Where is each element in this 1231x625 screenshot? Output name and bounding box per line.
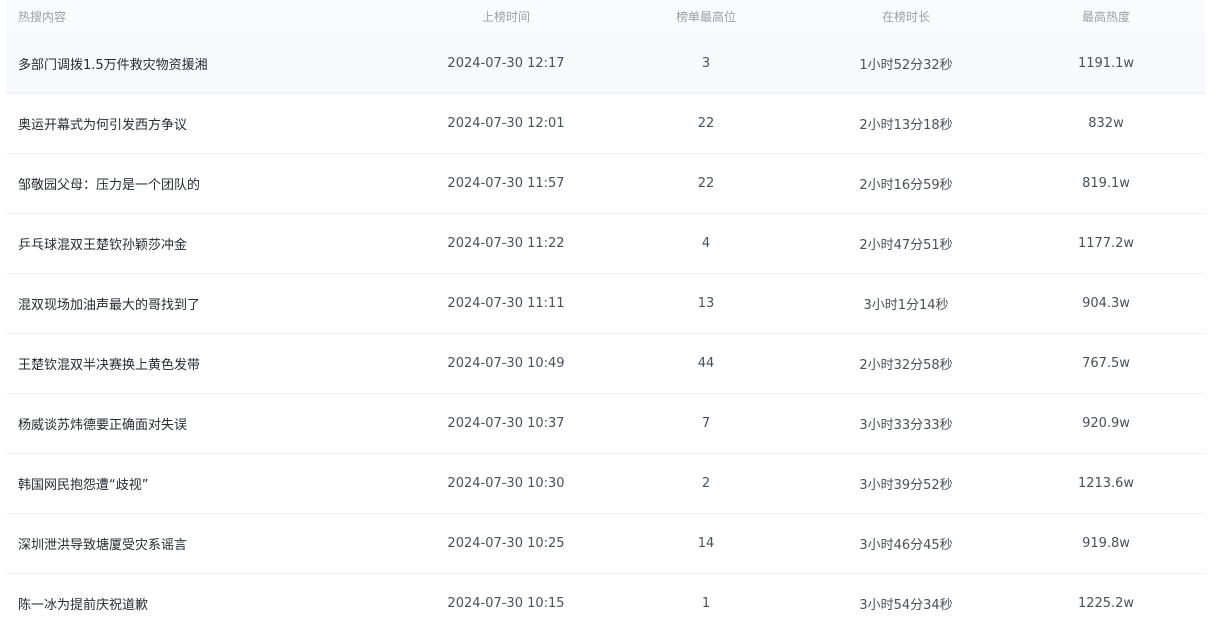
row-rank: 22 bbox=[697, 116, 715, 131]
row-time: 2024-07-30 10:15 bbox=[447, 596, 565, 611]
row-time: 2024-07-30 10:49 bbox=[447, 356, 565, 371]
row-rank: 44 bbox=[697, 356, 715, 371]
header-duration: 在榜时长 bbox=[881, 10, 930, 24]
row-title[interactable]: 韩国网民抱怨遭“歧视” bbox=[6, 474, 356, 493]
row-rank: 4 bbox=[701, 236, 711, 251]
table-row[interactable]: 韩国网民抱怨遭“歧视” 2024-07-30 10:30 2 3小时39分52秒… bbox=[6, 454, 1205, 514]
row-heat: 1213.6w bbox=[1077, 476, 1135, 491]
table-row[interactable]: 奥运开幕式为何引发西方争议 2024-07-30 12:01 22 2小时13分… bbox=[6, 94, 1205, 154]
row-duration: 3小时39分52秒 bbox=[859, 478, 953, 493]
row-time: 2024-07-30 10:37 bbox=[447, 416, 565, 431]
table-row[interactable]: 深圳泄洪导致塘厦受灾系谣言 2024-07-30 10:25 14 3小时46分… bbox=[6, 514, 1205, 574]
row-duration: 2小时32分58秒 bbox=[859, 358, 953, 373]
row-duration: 3小时46分45秒 bbox=[859, 538, 953, 553]
row-heat: 904.3w bbox=[1082, 296, 1130, 311]
row-heat: 919.8w bbox=[1082, 536, 1130, 551]
row-rank: 7 bbox=[701, 416, 711, 431]
row-heat: 1177.2w bbox=[1077, 236, 1135, 251]
header-heat: 最高热度 bbox=[1081, 10, 1130, 24]
hot-search-table: 热搜内容 上榜时间 榜单最高位 在榜时长 最高热度 多部门调拨1.5万件救灾物资… bbox=[6, 0, 1205, 625]
table-row[interactable]: 混双现场加油声最大的哥找到了 2024-07-30 11:11 13 3小时1分… bbox=[6, 274, 1205, 334]
table-row[interactable]: 邹敬园父母：压力是一个团队的 2024-07-30 11:57 22 2小时16… bbox=[6, 154, 1205, 214]
header-rank: 榜单最高位 bbox=[675, 10, 736, 24]
table-row[interactable]: 陈一冰为提前庆祝道歉 2024-07-30 10:15 1 3小时54分34秒 … bbox=[6, 574, 1205, 625]
row-heat: 1191.1w bbox=[1077, 56, 1135, 71]
row-duration: 2小时47分51秒 bbox=[859, 238, 953, 253]
row-title[interactable]: 王楚钦混双半决赛换上黄色发带 bbox=[6, 354, 356, 373]
row-rank: 3 bbox=[701, 56, 711, 71]
header-time: 上榜时间 bbox=[481, 10, 530, 24]
row-time: 2024-07-30 10:25 bbox=[447, 536, 565, 551]
table-row[interactable]: 乒乓球混双王楚钦孙颖莎冲金 2024-07-30 11:22 4 2小时47分5… bbox=[6, 214, 1205, 274]
row-title[interactable]: 深圳泄洪导致塘厦受灾系谣言 bbox=[6, 534, 356, 553]
row-duration: 3小时33分33秒 bbox=[859, 418, 953, 433]
row-duration: 1小时52分32秒 bbox=[859, 58, 953, 73]
table-header: 热搜内容 上榜时间 榜单最高位 在榜时长 最高热度 bbox=[6, 0, 1205, 34]
row-duration: 3小时54分34秒 bbox=[859, 598, 953, 613]
row-heat: 1225.2w bbox=[1077, 596, 1135, 611]
row-rank: 2 bbox=[701, 476, 711, 491]
table-row[interactable]: 多部门调拨1.5万件救灾物资援湘 2024-07-30 12:17 3 1小时5… bbox=[6, 34, 1205, 94]
row-title[interactable]: 陈一冰为提前庆祝道歉 bbox=[6, 594, 356, 613]
header-title: 热搜内容 bbox=[18, 10, 67, 24]
row-time: 2024-07-30 11:57 bbox=[447, 176, 565, 191]
row-title[interactable]: 乒乓球混双王楚钦孙颖莎冲金 bbox=[6, 234, 356, 253]
row-title[interactable]: 多部门调拨1.5万件救灾物资援湘 bbox=[6, 54, 356, 73]
row-time: 2024-07-30 11:22 bbox=[447, 236, 565, 251]
table-row[interactable]: 杨威谈苏炜德要正确面对失误 2024-07-30 10:37 7 3小时33分3… bbox=[6, 394, 1205, 454]
row-time: 2024-07-30 12:01 bbox=[447, 116, 565, 131]
row-duration: 2小时13分18秒 bbox=[859, 118, 953, 133]
row-rank: 22 bbox=[697, 176, 715, 191]
row-duration: 2小时16分59秒 bbox=[859, 178, 953, 193]
row-time: 2024-07-30 11:11 bbox=[447, 296, 565, 311]
row-title[interactable]: 杨威谈苏炜德要正确面对失误 bbox=[6, 414, 356, 433]
row-title[interactable]: 混双现场加油声最大的哥找到了 bbox=[6, 294, 356, 313]
row-heat: 920.9w bbox=[1082, 416, 1130, 431]
row-rank: 14 bbox=[697, 536, 715, 551]
row-time: 2024-07-30 12:17 bbox=[447, 56, 565, 71]
row-rank: 13 bbox=[697, 296, 715, 311]
table-row[interactable]: 王楚钦混双半决赛换上黄色发带 2024-07-30 10:49 44 2小时32… bbox=[6, 334, 1205, 394]
row-heat: 832w bbox=[1088, 116, 1124, 131]
row-title[interactable]: 奥运开幕式为何引发西方争议 bbox=[6, 114, 356, 133]
row-title[interactable]: 邹敬园父母：压力是一个团队的 bbox=[6, 174, 356, 193]
row-rank: 1 bbox=[701, 596, 711, 611]
row-duration: 3小时1分14秒 bbox=[863, 298, 949, 313]
row-heat: 819.1w bbox=[1082, 176, 1130, 191]
row-heat: 767.5w bbox=[1082, 356, 1130, 371]
row-time: 2024-07-30 10:30 bbox=[447, 476, 565, 491]
